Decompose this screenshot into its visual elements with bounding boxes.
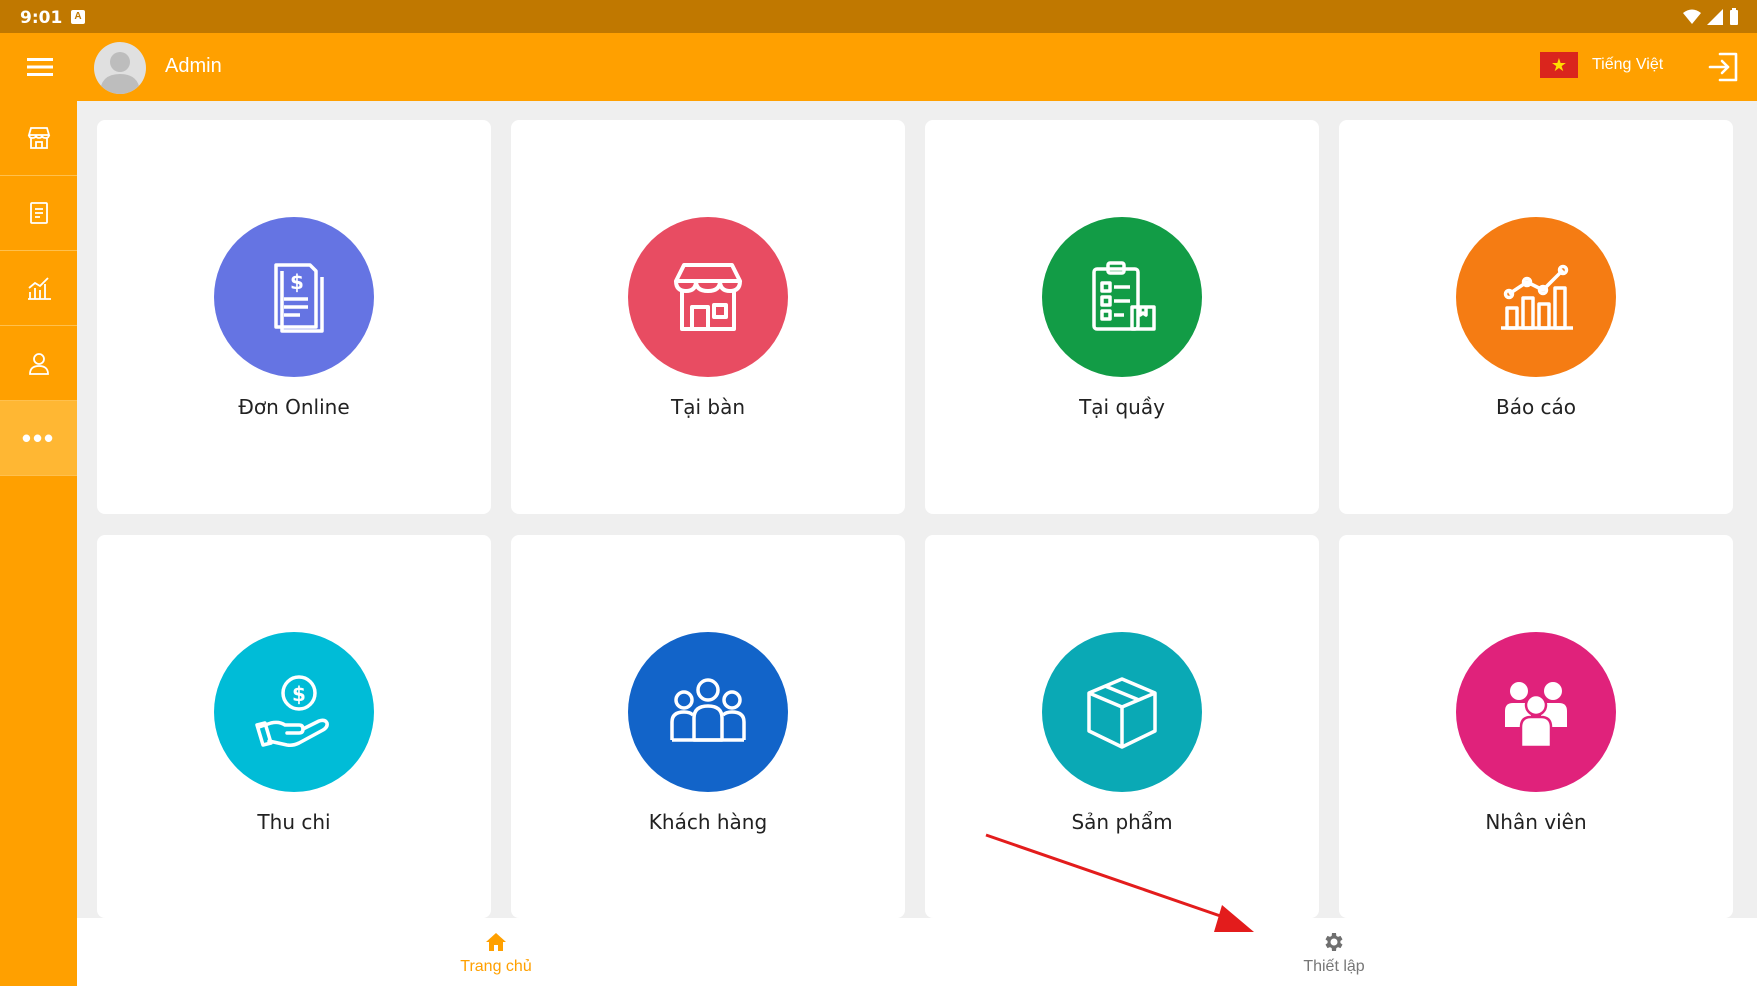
app-screen: 9:01 A Admin ★ Tiếng Việt ••• $ Đơn Onli…: [0, 0, 1757, 986]
tile-customers[interactable]: Khách hàng: [511, 535, 905, 918]
tile-label: Đơn Online: [238, 395, 350, 419]
gear-icon: [1325, 933, 1343, 951]
status-time: 9:01: [20, 8, 63, 28]
tile-icon-circle: [628, 217, 788, 377]
language-label: Tiếng Việt: [1592, 56, 1664, 73]
hand-coin-icon: $: [255, 675, 329, 747]
wifi-icon: [1683, 9, 1701, 24]
system-icons: [1683, 8, 1739, 25]
vn-flag-icon: ★: [1540, 52, 1578, 78]
tile-icon-circle: [1042, 632, 1202, 792]
rail-item-store[interactable]: [0, 101, 77, 176]
rail-item-invoice[interactable]: [0, 176, 77, 251]
tile-label: Sản phẩm: [1071, 810, 1173, 834]
rail-item-more[interactable]: •••: [0, 401, 77, 476]
app-header: Admin ★ Tiếng Việt: [0, 33, 1757, 101]
tile-icon-circle: [628, 632, 788, 792]
home-icon: [486, 933, 506, 951]
user-name: Admin: [165, 55, 222, 77]
tile-online-orders[interactable]: $ Đơn Online: [97, 120, 491, 514]
rail-item-user[interactable]: [0, 326, 77, 401]
staff-group-icon: [1505, 682, 1567, 749]
tile-at-counter[interactable]: Tại quầy: [925, 120, 1319, 514]
tile-reports[interactable]: Báo cáo: [1339, 120, 1733, 514]
side-rail: •••: [0, 101, 77, 986]
tile-staff[interactable]: Nhân viên: [1339, 535, 1733, 918]
tile-at-table[interactable]: Tại bàn: [511, 120, 905, 514]
document-dollar-icon: $: [274, 263, 324, 333]
language-selector[interactable]: ★ Tiếng Việt: [1540, 52, 1663, 78]
box-icon: [1087, 677, 1157, 749]
menu-button[interactable]: [16, 47, 64, 87]
bottom-navigation: Trang chủ Thiết lập: [77, 918, 1757, 986]
tile-label: Thu chi: [257, 810, 331, 834]
tile-icon-circle: [1456, 217, 1616, 377]
tab-settings[interactable]: Thiết lập: [1234, 918, 1434, 986]
customers-group-icon: [670, 678, 746, 742]
tile-label: Nhân viên: [1485, 810, 1587, 834]
tile-label: Tại bàn: [670, 395, 745, 419]
tab-home[interactable]: Trang chủ: [396, 918, 596, 986]
notification-icon: A: [71, 10, 85, 24]
avatar[interactable]: [94, 42, 146, 94]
user-icon: [28, 353, 49, 375]
tile-income-expense[interactable]: $ Thu chi: [97, 535, 491, 918]
more-icon: •••: [21, 423, 56, 453]
tile-icon-circle: [1042, 217, 1202, 377]
menu-icon: [27, 58, 53, 76]
status-bar: 9:01 A: [0, 0, 1757, 33]
tile-products[interactable]: Sản phẩm: [925, 535, 1319, 918]
tab-home-label: Trang chủ: [460, 958, 532, 975]
chart-up-icon: [1501, 264, 1573, 330]
tile-label: Khách hàng: [648, 810, 768, 834]
avatar-person-icon: [100, 52, 140, 94]
invoice-icon: [29, 202, 48, 224]
svg-text:$: $: [292, 682, 306, 706]
clipboard-box-icon: [1092, 261, 1156, 331]
storefront-icon: [674, 263, 742, 331]
logout-icon: [1708, 52, 1738, 82]
tile-label: Tại quầy: [1079, 395, 1165, 419]
report-chart-icon: [27, 277, 51, 300]
svg-text:$: $: [290, 270, 304, 294]
battery-icon: [1730, 8, 1738, 25]
tile-icon-circle: [1456, 632, 1616, 792]
logout-button[interactable]: [1706, 49, 1742, 85]
signal-icon: [1707, 8, 1723, 25]
store-icon: [27, 127, 50, 149]
tile-icon-circle: $: [214, 632, 374, 792]
tab-settings-label: Thiết lập: [1303, 958, 1365, 975]
tile-icon-circle: $: [214, 217, 374, 377]
rail-item-report[interactable]: [0, 251, 77, 326]
tile-label: Báo cáo: [1495, 395, 1577, 419]
